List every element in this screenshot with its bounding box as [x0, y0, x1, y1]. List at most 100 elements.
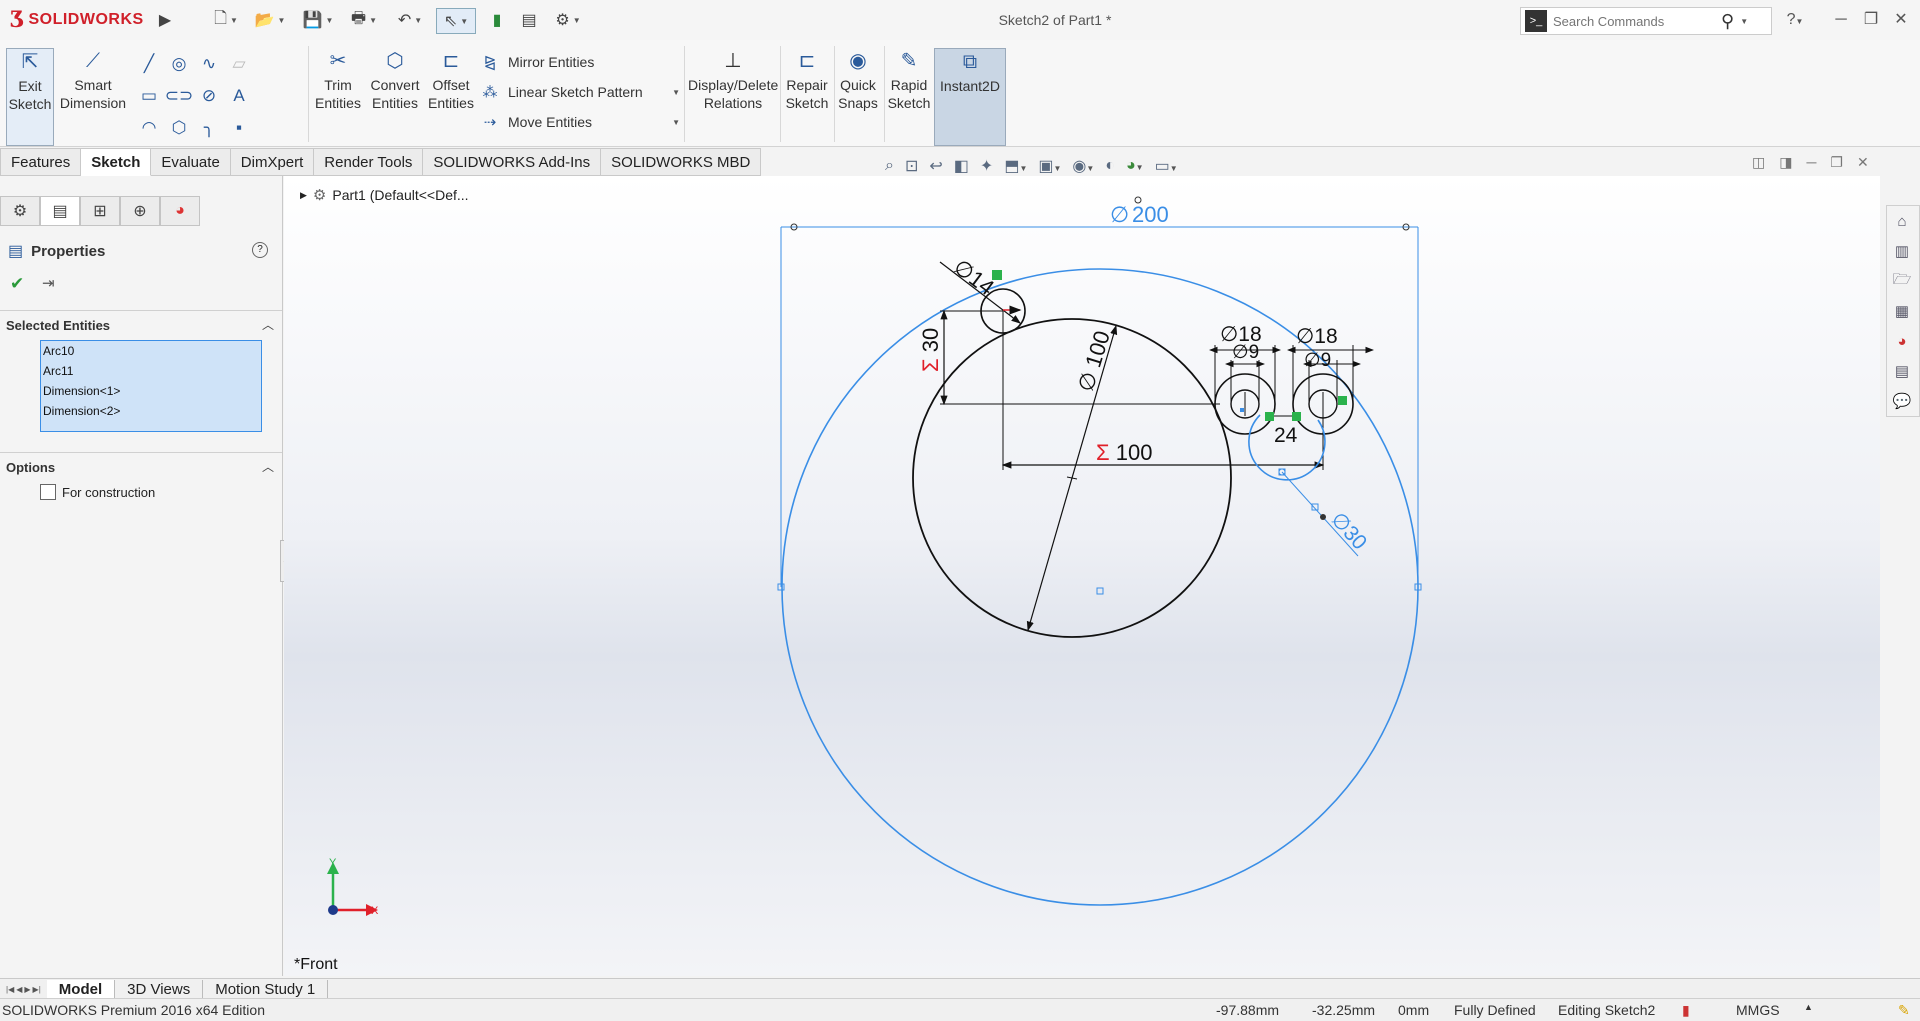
- search-commands[interactable]: >_ ⚲ ▼: [1520, 7, 1772, 35]
- dim-100-horizontal[interactable]: Σ 100: [1096, 440, 1152, 465]
- forum-icon[interactable]: 💬: [1887, 386, 1917, 416]
- help-button[interactable]: ?▼: [1780, 8, 1810, 32]
- dim-d14[interactable]: ∅14: [949, 254, 999, 300]
- view-orientation-icon[interactable]: ⬒▼: [1004, 156, 1027, 176]
- move-entities-button[interactable]: ⇢ Move Entities ▼: [480, 107, 680, 137]
- linear-pattern-dropdown-icon[interactable]: ▼: [672, 88, 680, 97]
- search-input[interactable]: [1551, 12, 1715, 30]
- search-dropdown-icon[interactable]: ▼: [1740, 17, 1748, 26]
- edit-appearance-icon[interactable]: ◐: [1105, 157, 1115, 175]
- search-icon[interactable]: ⚲: [1721, 11, 1734, 32]
- prev-tab-icon[interactable]: ◀: [16, 985, 22, 994]
- tab-sketch[interactable]: Sketch: [81, 148, 152, 176]
- fillet-icon[interactable]: ╮: [198, 117, 220, 139]
- first-tab-icon[interactable]: |◀: [6, 985, 14, 994]
- spline-icon[interactable]: ∿: [198, 53, 220, 75]
- convert-entities-button[interactable]: ⬡ Convert Entities: [366, 48, 424, 144]
- sketch-canvas[interactable]: ∅ 200 ∅ 100 ∅14 Σ 30 Σ 100 ∅18 ∅9 ∅18 ∅9…: [284, 176, 1880, 976]
- ellipse-icon[interactable]: ⊘: [198, 85, 220, 107]
- slot-icon[interactable]: ⊂⊃: [165, 85, 194, 107]
- viewport-close-icon[interactable]: ✕: [1857, 154, 1869, 171]
- section-view-icon[interactable]: ◧: [954, 156, 969, 176]
- property-manager-tab-icon[interactable]: ▤: [40, 196, 80, 226]
- tab-solidworks-mbd[interactable]: SOLIDWORKS MBD: [601, 148, 762, 176]
- dim-d30-arc[interactable]: ∅30: [1326, 508, 1371, 554]
- custom-properties-icon[interactable]: ▤: [1887, 356, 1917, 386]
- dim-d100-diameter[interactable]: ∅ 100: [1073, 328, 1115, 395]
- options-gear-icon[interactable]: ⚙ ▼: [550, 8, 586, 32]
- repair-sketch-button[interactable]: ⊏ Repair Sketch: [784, 48, 830, 144]
- point-icon[interactable]: ▪: [228, 117, 250, 139]
- tab-solidworks-add-ins[interactable]: SOLIDWORKS Add-Ins: [423, 148, 602, 176]
- minimize-icon[interactable]: ─: [1826, 8, 1856, 32]
- for-construction-checkbox[interactable]: [40, 484, 56, 500]
- units-selector[interactable]: MMGS: [1736, 1002, 1780, 1018]
- last-tab-icon[interactable]: ▶|: [33, 985, 41, 994]
- restore-icon[interactable]: ❐: [1856, 8, 1886, 32]
- rapid-sketch-button[interactable]: ✎ Rapid Sketch: [886, 48, 932, 144]
- collapse-selected-icon[interactable]: ︿: [262, 316, 274, 333]
- print-icon[interactable]: 🖶 ▼: [346, 8, 382, 32]
- collapse-options-icon[interactable]: ︿: [262, 458, 274, 475]
- tab-3d-views[interactable]: 3D Views: [115, 980, 204, 998]
- exit-sketch-button[interactable]: ⇱ Exit Sketch: [6, 48, 54, 146]
- circle-icon[interactable]: ◎: [168, 53, 190, 75]
- dim-d18-right[interactable]: ∅18: [1296, 325, 1338, 348]
- viewport-minimize-icon[interactable]: ─: [1806, 154, 1816, 171]
- tab-features[interactable]: Features: [0, 148, 82, 176]
- file-properties-icon[interactable]: ▤: [518, 8, 540, 32]
- new-document-icon[interactable]: 🗋 ▼: [208, 8, 244, 32]
- pin-icon[interactable]: ⇥: [42, 274, 55, 292]
- mirror-entities-button[interactable]: ⧎ Mirror Entities: [480, 47, 680, 77]
- apply-scene-icon[interactable]: ◕▼: [1126, 157, 1144, 175]
- tab-dimxpert[interactable]: DimXpert: [230, 148, 315, 176]
- design-library-icon[interactable]: ▥: [1887, 236, 1917, 266]
- offset-entities-button[interactable]: ⊏ Offset Entities: [428, 48, 474, 144]
- units-dropdown-icon[interactable]: ▲: [1804, 1002, 1813, 1012]
- dynamic-annotation-icon[interactable]: ✦: [980, 156, 993, 176]
- view-settings-icon[interactable]: ▭▼: [1155, 156, 1178, 176]
- selected-entities-list[interactable]: Arc10 Arc11 Dimension<1> Dimension<2>: [40, 340, 262, 432]
- help-icon[interactable]: ?: [252, 242, 268, 258]
- open-document-icon[interactable]: 📂 ▼: [252, 8, 288, 32]
- rectangle-icon[interactable]: ▭: [138, 85, 160, 107]
- appearances-icon[interactable]: ◕: [1887, 326, 1917, 356]
- next-tab-icon[interactable]: ▶: [24, 985, 30, 994]
- tab-motion-study[interactable]: Motion Study 1: [203, 980, 329, 998]
- menu-expand-icon[interactable]: ▶: [158, 8, 172, 32]
- display-delete-relations-button[interactable]: ⊥ Display/Delete Relations: [688, 48, 778, 144]
- list-item[interactable]: Arc11: [41, 361, 261, 381]
- line-icon[interactable]: ╱: [138, 53, 160, 75]
- rebuild-indicator-icon[interactable]: ▮: [1682, 1002, 1690, 1019]
- dim-d9-right[interactable]: ∅9: [1304, 350, 1331, 371]
- zoom-to-fit-icon[interactable]: ⌕: [885, 157, 894, 175]
- dim-30-vertical[interactable]: Σ 30: [918, 328, 943, 372]
- list-item[interactable]: Dimension<1>: [41, 381, 261, 401]
- viewport-tile-right-icon[interactable]: ◨: [1779, 154, 1792, 171]
- trim-entities-button[interactable]: ✂ Trim Entities: [314, 48, 362, 144]
- tooltip-toggle-icon[interactable]: ✎: [1898, 1002, 1910, 1019]
- rebuild-icon[interactable]: ▮: [486, 8, 508, 32]
- dimxpert-manager-tab-icon[interactable]: ⊕: [120, 196, 160, 226]
- file-explorer-icon[interactable]: 🗁: [1887, 266, 1917, 296]
- polygon-icon[interactable]: ⬡: [168, 117, 190, 139]
- undo-icon[interactable]: ↶ ▼: [392, 8, 428, 32]
- quick-snaps-button[interactable]: ◉ Quick Snaps: [836, 48, 880, 144]
- solidworks-resources-icon[interactable]: ⌂: [1887, 206, 1917, 236]
- instant2d-button[interactable]: ⧉ Instant2D: [934, 48, 1006, 146]
- for-construction-option[interactable]: For construction: [40, 484, 155, 500]
- dim-d9-left[interactable]: ∅9: [1232, 342, 1259, 363]
- select-pointer-icon[interactable]: ⇖ ▼: [436, 8, 476, 34]
- configuration-manager-tab-icon[interactable]: ⊞: [80, 196, 120, 226]
- save-icon[interactable]: 💾 ▼: [300, 8, 336, 32]
- view-palette-icon[interactable]: ▦: [1887, 296, 1917, 326]
- feature-tree-tab-icon[interactable]: ⚙: [0, 196, 40, 226]
- viewport-tile-left-icon[interactable]: ◫: [1752, 154, 1765, 171]
- solidworks-logo[interactable]: Ʒ SOLIDWORKS: [10, 4, 155, 36]
- tab-model[interactable]: Model: [46, 980, 116, 998]
- ok-check-icon[interactable]: ✔: [10, 274, 24, 294]
- hide-show-items-icon[interactable]: ◉▼: [1072, 156, 1094, 176]
- tab-render-tools[interactable]: Render Tools: [314, 148, 424, 176]
- linear-sketch-pattern-button[interactable]: ⁂ Linear Sketch Pattern ▼: [480, 77, 681, 107]
- dim-d200[interactable]: 200: [1132, 202, 1169, 227]
